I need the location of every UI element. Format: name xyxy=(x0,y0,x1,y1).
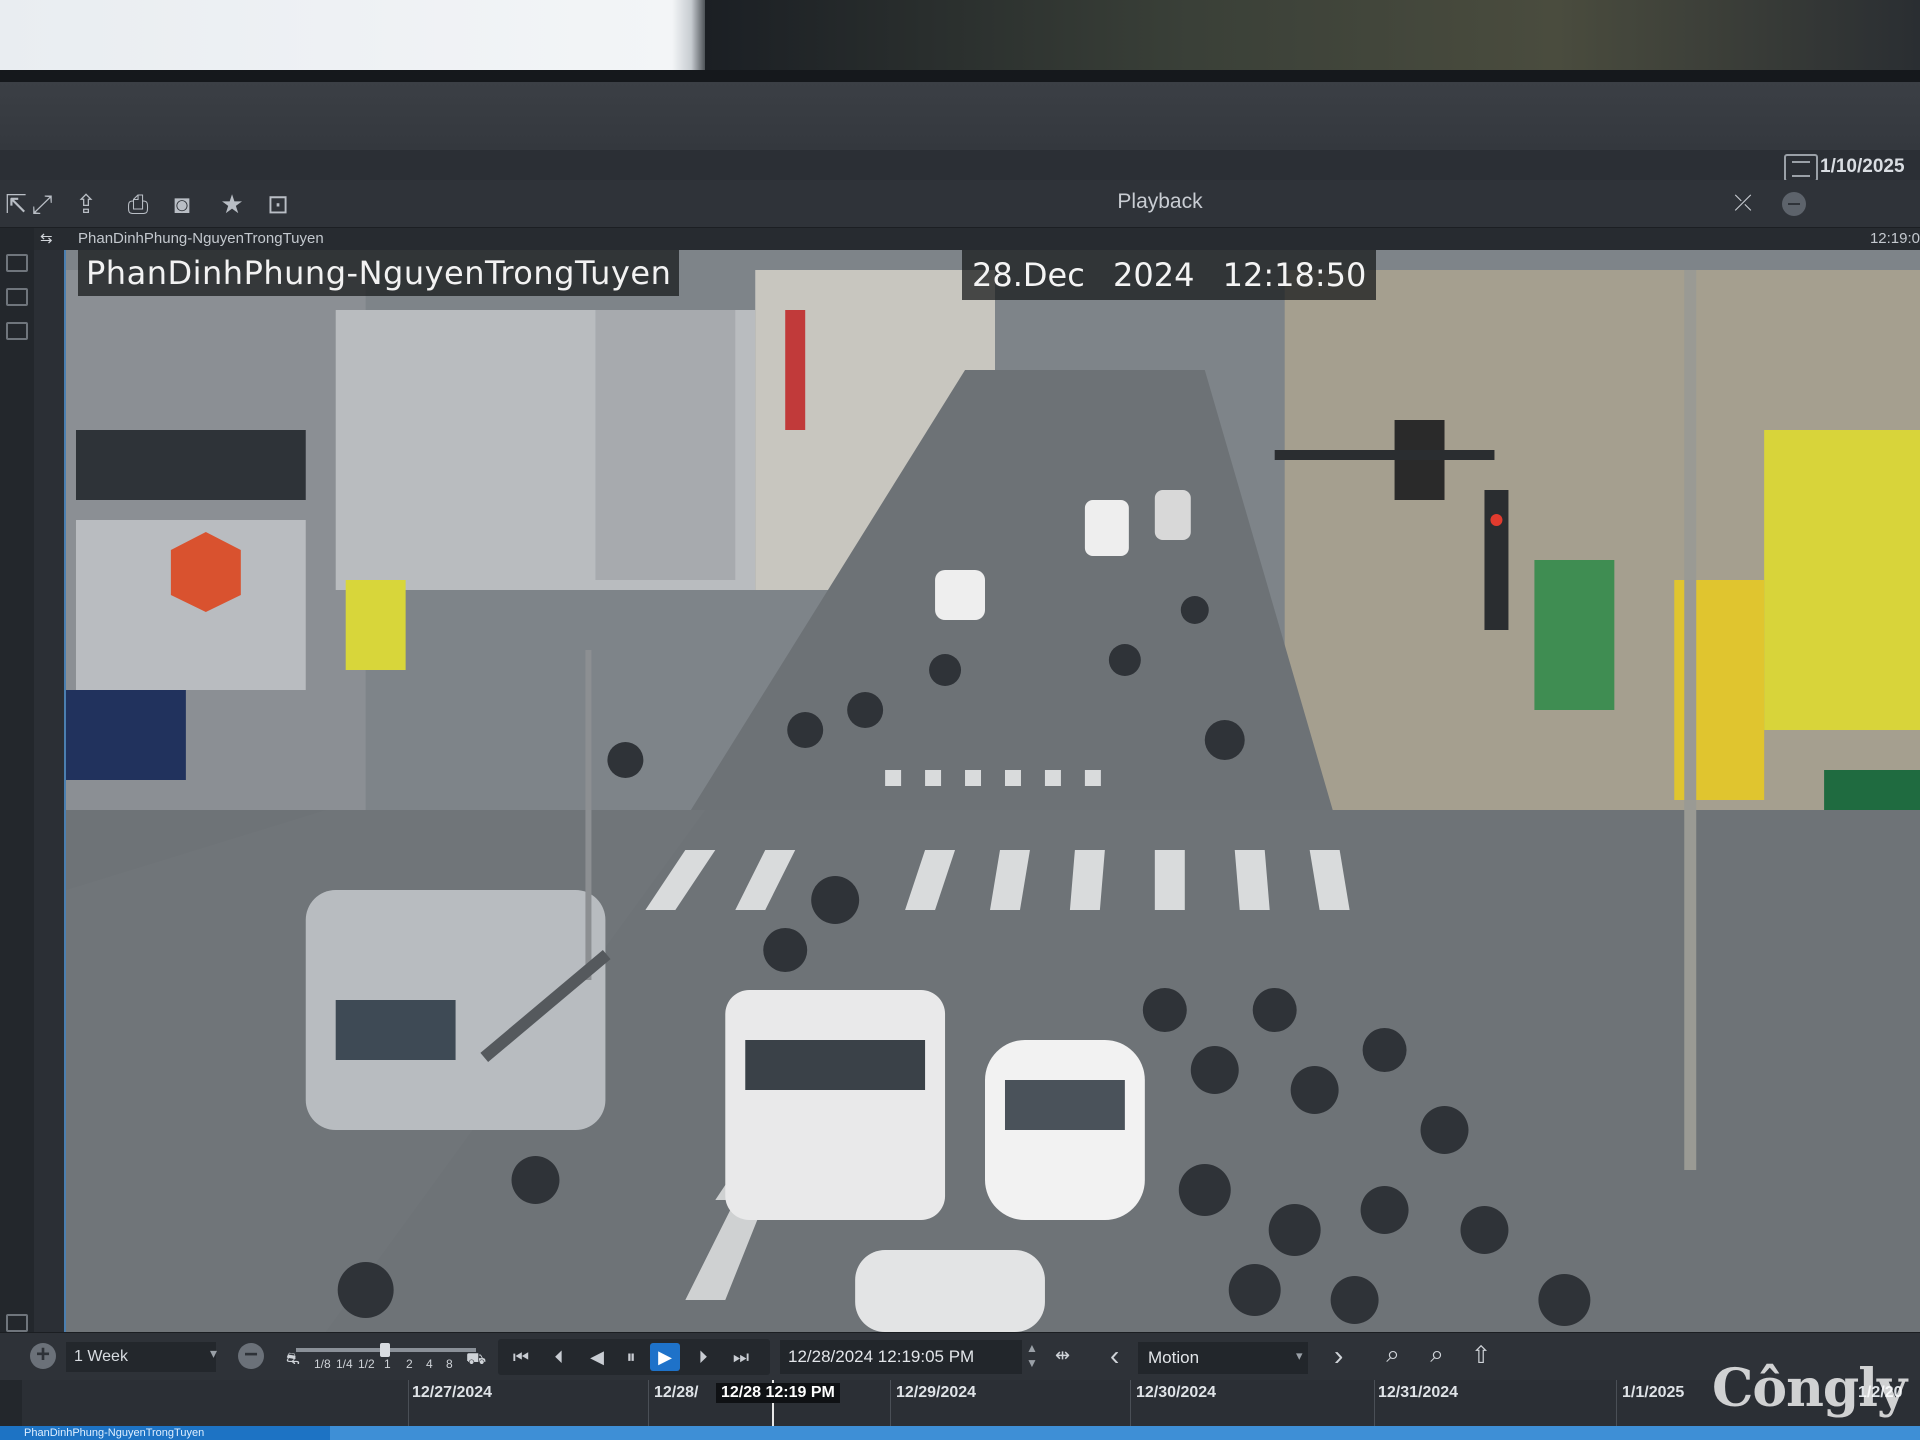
tile-header: ⇆ PhanDinhPhung-NguyenTrongTuyen 12:19:0 xyxy=(34,228,1920,250)
timeline-track-bar xyxy=(330,1426,1920,1440)
playback-buttons: ⏮ ⏴ ◀ ⏸ ▶ ⏵ ⏭ xyxy=(498,1339,770,1375)
reverse-play-icon[interactable]: ◀ xyxy=(582,1343,612,1371)
day-tick xyxy=(1616,1380,1617,1426)
timeline[interactable]: 12/27/2024 12/28/ 12/29/2024 12/30/2024 … xyxy=(0,1380,1920,1440)
search-type-select[interactable]: Motion xyxy=(1138,1342,1308,1374)
day-tick xyxy=(1130,1380,1131,1426)
overlay-time: 12:18:50 xyxy=(1222,256,1367,294)
pause-icon[interactable]: ⏸ xyxy=(616,1343,646,1371)
speed-label: 1/2 xyxy=(358,1357,375,1371)
previous-event-icon[interactable]: ‹ xyxy=(1110,1340,1119,1372)
speed-label: 1 xyxy=(384,1357,391,1371)
day-label: 12/31/2024 xyxy=(1378,1384,1459,1401)
overlay-date: 28.Dec 2024 xyxy=(972,256,1195,294)
skip-start-icon[interactable]: ⏮ xyxy=(506,1343,536,1371)
speed-label: 1/8 xyxy=(314,1357,331,1371)
step-forward-icon[interactable]: ⏵ xyxy=(688,1343,718,1371)
menu-icon[interactable] xyxy=(1784,154,1818,182)
timeline-track-name: PhanDinhPhung-NguyenTrongTuyen xyxy=(0,1426,330,1440)
star-icon[interactable]: ★ xyxy=(216,188,248,220)
zoom-out-icon[interactable]: ⌕ xyxy=(1422,1341,1452,1371)
speed-slider-knob[interactable] xyxy=(380,1343,390,1357)
tag-icon[interactable] xyxy=(6,322,28,340)
system-date: 1/10/2025 xyxy=(1820,156,1905,177)
day-label: 12/29/2024 xyxy=(896,1384,977,1401)
playback-controls: + 1 Week ▾ − ⛐ 1/8 1/4 1/2 1 2 4 8 ⛟ ⏮ ⏴… xyxy=(0,1332,1920,1380)
fast-speed-icon: ⛟ xyxy=(466,1351,487,1368)
day-tick xyxy=(648,1380,649,1426)
tile-time: 12:19:0 xyxy=(1869,230,1920,247)
layout-icon[interactable] xyxy=(6,254,28,272)
monitor-screen: 1/10/2025 ⇱ ⤢ ⇪ ⎙ ◙ ★ ⊡ Playback ⤫ ⇆ Pha… xyxy=(0,82,1920,1440)
toolbar: ⇱ ⤢ ⇪ ⎙ ◙ ★ ⊡ Playback ⤫ xyxy=(0,180,1920,228)
minimize-button[interactable] xyxy=(1782,192,1806,216)
grid-icon[interactable] xyxy=(6,288,28,306)
datetime-spinner[interactable]: ▲ ▼ xyxy=(1026,1341,1038,1371)
zoom-in-icon[interactable]: ⌕ xyxy=(1378,1341,1408,1371)
timeline-cursor-label: 12/28 12:19 PM xyxy=(716,1383,840,1403)
day-label: 12/27/2024 xyxy=(412,1384,493,1401)
print-icon[interactable]: ⎙ xyxy=(122,188,154,220)
timeline-tools xyxy=(0,1380,22,1426)
speed-label: 2 xyxy=(406,1357,413,1371)
export-icon[interactable]: ⇪ xyxy=(70,188,102,220)
monitor-icon[interactable] xyxy=(6,1314,28,1332)
watermark-logo: Côngly xyxy=(1712,1358,1907,1419)
video-frame[interactable]: PhanDinhPhung-NguyenTrongTuyen 28.Dec 20… xyxy=(64,250,1920,1332)
fit-icon[interactable]: ⊡ xyxy=(262,188,294,220)
step-back-icon[interactable]: ⏴ xyxy=(544,1343,574,1371)
slow-speed-icon: ⛐ xyxy=(286,1351,300,1368)
speed-label: 1/4 xyxy=(336,1357,353,1371)
speed-label: 4 xyxy=(426,1357,433,1371)
chevron-down-icon[interactable]: ▾ xyxy=(1296,1348,1303,1364)
collapse-icon[interactable]: ⤫ xyxy=(1728,190,1758,218)
day-tick xyxy=(408,1380,409,1426)
skip-end-icon[interactable]: ⏭ xyxy=(726,1343,756,1371)
background-monitor xyxy=(705,0,1920,78)
datetime-field[interactable]: 12/28/2024 12:19:05 PM xyxy=(780,1340,1022,1374)
chevron-down-icon[interactable]: ▾ xyxy=(210,1345,217,1362)
split-icon[interactable]: ⇹ xyxy=(1055,1345,1070,1366)
camera-name-overlay: PhanDinhPhung-NguyenTrongTuyen xyxy=(78,250,680,296)
left-sidebar xyxy=(0,228,34,1408)
export-clip-icon[interactable]: ⇧ xyxy=(1466,1341,1496,1371)
add-icon[interactable]: + xyxy=(30,1343,56,1369)
remove-icon[interactable]: − xyxy=(238,1343,264,1369)
day-label: 12/28/ xyxy=(654,1384,699,1401)
tile-camera-name: PhanDinhPhung-NguyenTrongTuyen xyxy=(78,230,324,247)
speed-label: 8 xyxy=(446,1357,453,1371)
camera-icon[interactable]: ◙ xyxy=(166,188,198,220)
day-tick xyxy=(1374,1380,1375,1426)
timestamp-overlay: 28.Dec 2024 12:18:50 xyxy=(962,250,1377,300)
expand-icon[interactable]: ⤢ xyxy=(26,188,58,220)
swap-icon[interactable]: ⇆ xyxy=(40,229,53,247)
day-tick xyxy=(890,1380,891,1426)
day-label: 12/30/2024 xyxy=(1136,1384,1217,1401)
system-strip xyxy=(0,82,1920,150)
play-icon[interactable]: ▶ xyxy=(650,1343,680,1371)
next-event-icon[interactable]: › xyxy=(1334,1340,1343,1372)
street-scene xyxy=(66,250,1920,1332)
range-select[interactable]: 1 Week xyxy=(66,1342,216,1372)
day-label: 1/1/2025 xyxy=(1622,1384,1685,1401)
window-title: Playback xyxy=(1117,190,1203,213)
